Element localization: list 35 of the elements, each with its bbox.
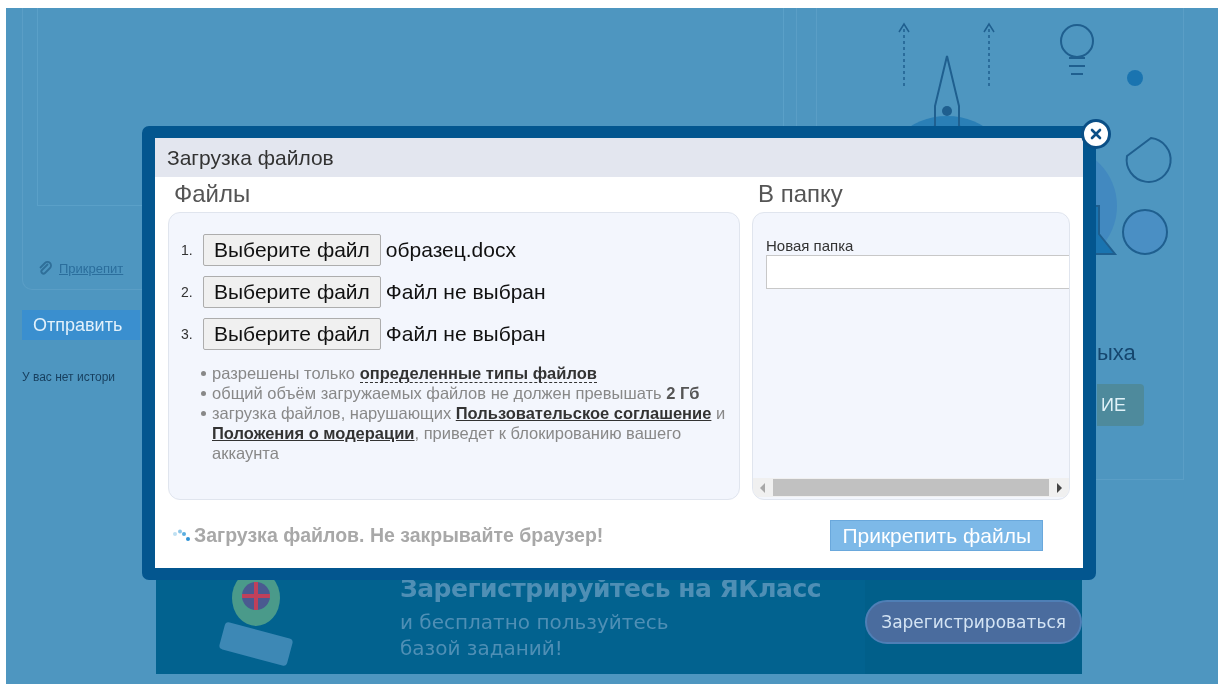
note-text: разрешены только определенные типы файлов [212,363,598,383]
folder-name-field[interactable] [766,255,1069,289]
rules-link[interactable]: Пользовательское соглашение [455,404,712,422]
scroll-thumb[interactable] [773,479,1049,496]
dialog-title: Загрузка файлов [155,138,1083,177]
upload-status: Загрузка файлов. Не закрывайте браузер! [194,524,604,547]
promo-text: ыха [1097,340,1136,366]
history-note: У вас нет истори [22,370,116,384]
folder-heading: В папку [757,179,844,209]
bullet-icon [201,371,206,376]
banner-subtext: и бесплатно пользуйтесь базой заданий! [400,609,670,661]
banner-heading: Зарегистрируйтесь на ЯКласс [400,574,823,603]
choose-file-button[interactable]: Выберите файл [203,276,381,308]
files-heading: Файлы [173,179,252,209]
file-name: Файл не выбран [385,280,546,304]
field-label: Новая папка [766,237,855,254]
paperclip-icon [37,260,53,276]
row-number: 3. [181,326,194,342]
left-arrow-icon[interactable] [759,482,767,493]
choose-file-button[interactable]: Выберите файл [203,234,381,266]
row-number: 2. [181,284,194,300]
file-name: образец.docx [385,238,516,262]
note-text: общий объём загружаемых файлов не должен превышать 2 Гб [212,383,701,403]
file-types-link[interactable]: определенные типы файлов [359,364,597,383]
row-number: 1. [181,242,194,258]
rules-link[interactable]: Положения о модерации [212,424,415,442]
choose-file-button[interactable]: Выберите файл [203,318,381,350]
note-text: загрузка файлов, нарушающих Пользовательское соглашение и Положения о модерации, приведет к блокированию вашего аккаунта [212,403,727,463]
right-arrow-icon[interactable] [1055,482,1063,493]
bullet-icon [201,411,206,416]
bullet-icon [201,391,206,396]
horizontal-scrollbar[interactable] [753,478,1069,497]
loading-spinner-icon [172,528,190,543]
file-name: Файл не выбран [385,322,546,346]
register-button[interactable]: Зарегистрироваться [865,600,1082,644]
